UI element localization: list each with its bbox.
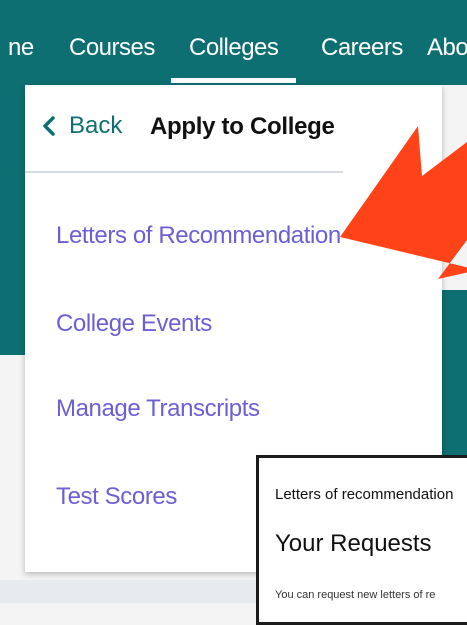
- card-heading: Your Requests: [275, 530, 432, 557]
- card-body-text: You can request new letters of re: [275, 589, 436, 601]
- letters-of-recommendation-preview-card: Letters of recommendation Your Requests …: [256, 455, 467, 625]
- card-label: Letters of recommendation: [275, 486, 454, 503]
